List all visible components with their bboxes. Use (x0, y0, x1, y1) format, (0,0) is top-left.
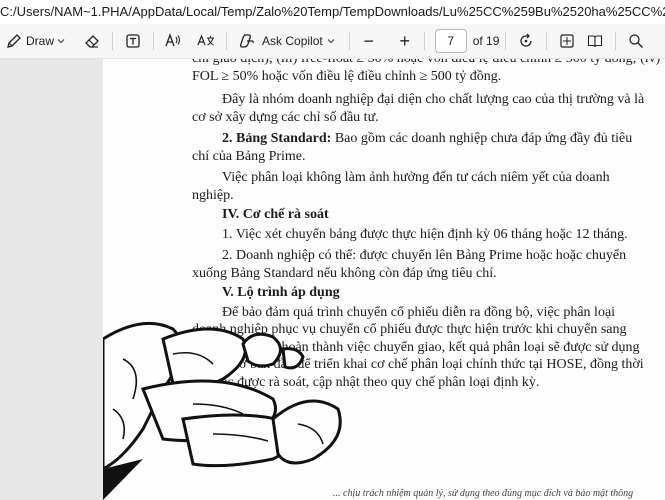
toolbar-divider (153, 32, 155, 50)
toolbar-divider (423, 32, 425, 50)
zoom-in-button[interactable]: + (392, 28, 418, 54)
paragraph: 2. Bảng Standard: Bao gồm các doanh nghi… (192, 130, 652, 165)
fit-page-icon (557, 31, 577, 51)
paragraph: Việc phân loại không làm ảnh hưởng đến t… (192, 170, 610, 203)
chevron-down-icon (54, 31, 68, 51)
section-heading: IV. Cơ chế rà soát (222, 207, 329, 222)
toolbar-divider (546, 32, 548, 50)
page-number-input[interactable]: 7 (434, 29, 467, 53)
eraser-button[interactable] (78, 28, 106, 54)
ask-copilot-button[interactable]: Ask Copilot (233, 28, 343, 54)
copilot-icon (237, 31, 257, 51)
chevron-down-icon (323, 31, 339, 51)
line-2: FOL ≥ 50% hoặc vốn điều lệ điều chỉnh ≥ … (192, 68, 502, 84)
translate-button[interactable] (192, 28, 220, 54)
address-bar[interactable]: C:/Users/NAM~1.PHA/AppData/Local/Temp/Za… (0, 0, 665, 24)
pdf-page: chi giao dịch); (iii) free-float ≥ 50% h… (103, 59, 665, 500)
rotate-icon (516, 31, 536, 51)
toolbar-divider (505, 32, 507, 50)
pen-icon (4, 31, 24, 51)
line-1: chi giao dịch); (iii) free-float ≥ 50% h… (192, 59, 660, 68)
translate-icon (196, 31, 216, 51)
pdf-toolbar: Draw Ask Copilot − + 7 of 19 (0, 24, 665, 59)
paragraph: 2. Doanh nghiệp có thể: được chuyển lên … (192, 248, 627, 281)
page-total: of 19 (472, 34, 500, 48)
zoom-out-label: − (363, 30, 374, 51)
paragraph: 1. Việc xét chuyển bảng được thực hiện đ… (222, 226, 628, 242)
draw-label: Draw (26, 34, 55, 48)
fit-page-button[interactable] (553, 28, 581, 54)
bold-heading: 2. Bảng Standard: (222, 131, 332, 146)
book-icon (585, 31, 605, 51)
toolbar-divider (112, 32, 114, 50)
eraser-icon (82, 31, 102, 51)
rotate-button[interactable] (512, 28, 540, 54)
toolbar-divider (348, 32, 350, 50)
search-icon (626, 31, 646, 51)
paragraph: Đây là nhóm doanh nghiệp đại diện cho ch… (192, 92, 645, 125)
section-heading: V. Lộ trình áp dụng (222, 285, 340, 300)
read-aloud-icon (164, 31, 184, 51)
search-button[interactable] (622, 28, 650, 54)
zoom-out-button[interactable]: − (356, 28, 382, 54)
hand-photo-overlay (103, 321, 342, 500)
text-box-icon (123, 31, 143, 51)
text-box-button[interactable] (119, 28, 147, 54)
copilot-label: Ask Copilot (262, 34, 323, 48)
toolbar-divider (226, 32, 228, 50)
pdf-viewer[interactable]: chi giao dịch); (iii) free-float ≥ 50% h… (0, 59, 665, 500)
page-footer-text: ... chịu trách nhiệm quản lý, sử dụng th… (333, 488, 634, 499)
page-view-button[interactable] (581, 28, 609, 54)
toolbar-divider (615, 32, 617, 50)
read-aloud-button[interactable] (160, 28, 188, 54)
draw-button[interactable]: Draw (0, 28, 72, 54)
zoom-in-label: + (399, 30, 410, 51)
